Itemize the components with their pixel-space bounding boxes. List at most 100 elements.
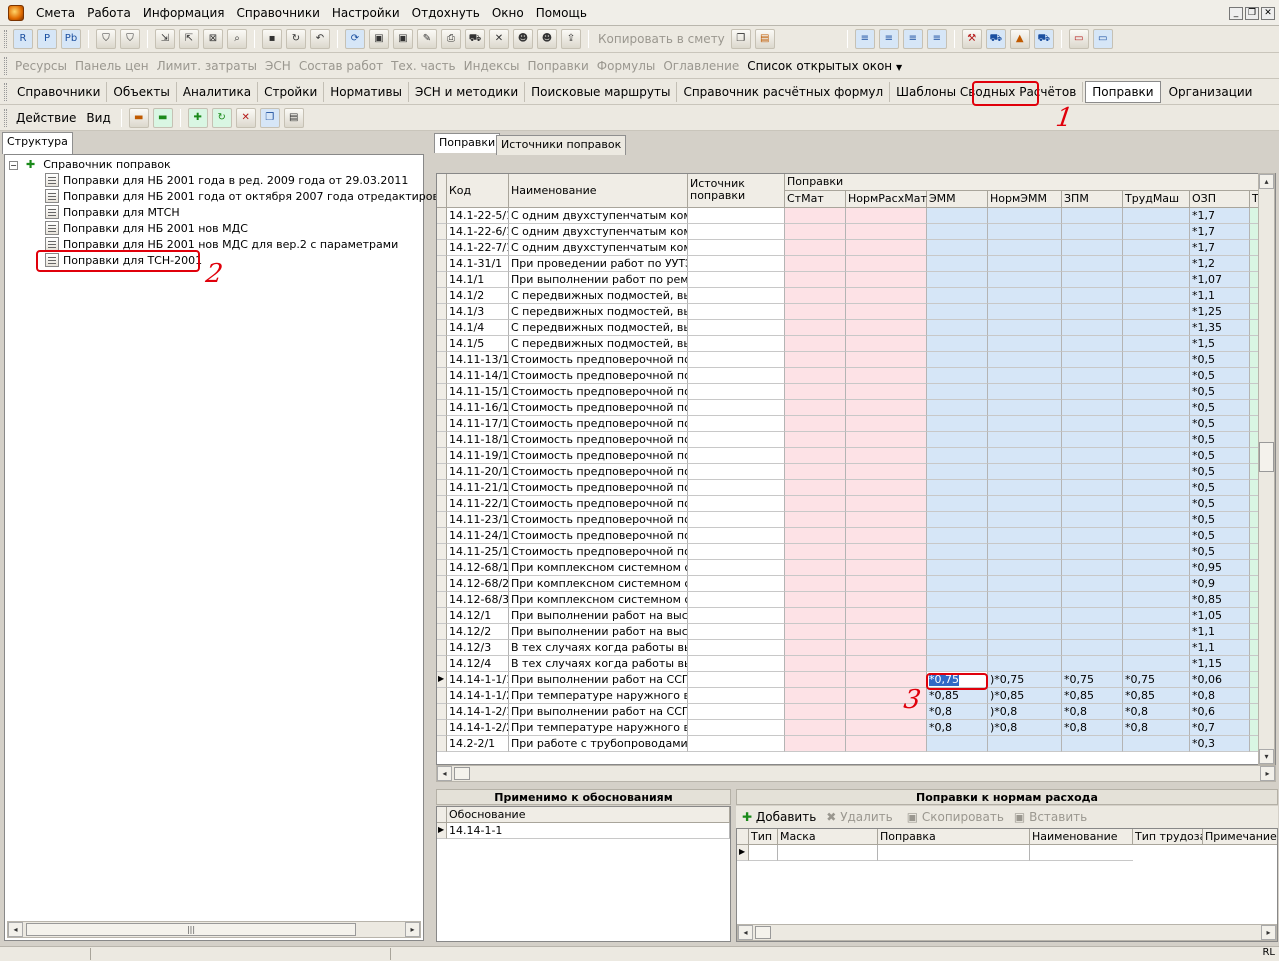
code-cell[interactable]: 14.12/3 [447,640,509,656]
name-cell[interactable]: В тех случаях когда работы выпол [509,656,688,672]
name-cell[interactable]: При выполнении работ на ССП без [509,704,688,720]
trudmash-cell[interactable] [1123,496,1190,512]
ozp-cell[interactable]: *0,5 [1190,544,1250,560]
table-row[interactable]: 14.11-15/1Стоимость предповерочной подго… [437,384,1275,400]
emm-cell[interactable] [927,400,988,416]
code-cell[interactable]: 14.11-18/1 [447,432,509,448]
ozp-cell[interactable]: *1,5 [1190,336,1250,352]
scroll-right-icon[interactable]: ▸ [405,922,420,937]
table-row[interactable]: ▶ 14.14-1-1/1 При выполнении работ на ССП … [437,672,1275,688]
trudmash-cell[interactable] [1123,352,1190,368]
source-cell[interactable] [688,544,785,560]
stmat-cell[interactable] [785,624,846,640]
trudmash-cell[interactable] [1123,592,1190,608]
ozp-cell[interactable]: *1,2 [1190,256,1250,272]
emm-cell[interactable] [927,656,988,672]
stmat-cell[interactable] [785,352,846,368]
table-row[interactable]: 14.12/1При выполнении работ на высоте *1,… [437,608,1275,624]
stmat-cell[interactable] [785,688,846,704]
delete-icon[interactable]: ✕ [489,29,509,49]
normemm-cell[interactable] [988,528,1062,544]
save-icon[interactable]: ▪ [262,29,282,49]
scrollbar-thumb[interactable] [454,767,470,780]
code-cell[interactable]: 14.1/4 [447,320,509,336]
trudmash-cell[interactable] [1123,656,1190,672]
stmat-cell[interactable] [785,288,846,304]
ozp-cell[interactable]: *0,7 [1190,720,1250,736]
align-right-icon[interactable]: ≡ [926,29,947,49]
col-normemm-header[interactable]: НормЭММ [988,191,1062,208]
normemm-cell[interactable] [988,336,1062,352]
folder-green-icon[interactable]: ▬ [152,107,173,128]
zpm-cell[interactable] [1062,336,1123,352]
zpm-cell[interactable] [1062,432,1123,448]
restore-icon[interactable]: ❐ [1245,7,1259,20]
ozp-cell[interactable]: *0,5 [1190,384,1250,400]
ozp-cell[interactable]: *0,5 [1190,400,1250,416]
stmat-cell[interactable] [785,528,846,544]
window-tab-analytics[interactable]: Аналитика [177,81,259,102]
source-cell[interactable] [688,368,785,384]
normrashmat-cell[interactable] [846,528,927,544]
name-cell[interactable]: С передвижных подмостей, вышек [509,320,688,336]
ozp-cell[interactable]: *0,5 [1190,416,1250,432]
table-row[interactable]: 14.12-68/3При комплексном системном сопр… [437,592,1275,608]
window-tab-popravki[interactable]: Поправки [1085,80,1161,103]
scroll-up-icon[interactable]: ▴ [1259,174,1274,189]
code-cell[interactable]: 14.1-22-7/1 [447,240,509,256]
stmat-cell[interactable] [785,432,846,448]
emm-cell[interactable]: *0,8 [927,704,988,720]
name-cell[interactable]: При выполнении работ на высоте [509,624,688,640]
trudmash-cell[interactable] [1123,208,1190,224]
scroll-left-icon[interactable]: ◂ [8,922,23,937]
ozp-cell[interactable]: *0,5 [1190,512,1250,528]
tree-expand-icon[interactable]: ⇲ [155,29,175,49]
source-cell[interactable] [688,304,785,320]
zpm-cell[interactable]: *0,75 [1062,672,1123,688]
ozp-cell[interactable]: *0,5 [1190,368,1250,384]
code-cell[interactable]: 14.12-68/1 [447,560,509,576]
collapse-icon[interactable]: − [9,161,18,170]
window-tab-stroyki[interactable]: Стройки [258,81,325,102]
upload-icon[interactable]: ⇪ [561,29,581,49]
stmat-cell[interactable] [785,640,846,656]
table-row[interactable]: 14.1-22-7/1С одним двухступенчатым компр… [437,240,1275,256]
print-icon[interactable]: ⎙ [441,29,461,49]
trudmash-cell[interactable] [1123,464,1190,480]
ozp-cell[interactable]: *1,7 [1190,224,1250,240]
ozp-cell[interactable]: *0,95 [1190,560,1250,576]
zpm-cell[interactable]: *0,8 [1062,720,1123,736]
name-cell[interactable]: В тех случаях когда работы выпол [509,640,688,656]
code-cell[interactable]: 14.11-19/1 [447,448,509,464]
name-cell[interactable]: С одним двухступенчатым компре [509,224,688,240]
zpm-cell[interactable] [1062,416,1123,432]
normemm-cell[interactable] [988,560,1062,576]
normrashmat-cell[interactable] [846,336,927,352]
col-mask-header[interactable]: Маска [778,829,878,845]
stmat-cell[interactable] [785,608,846,624]
name-cell[interactable]: При комплексном системном сопр [509,576,688,592]
trudmash-cell[interactable] [1123,272,1190,288]
ozp-cell[interactable]: *0,5 [1190,464,1250,480]
refresh-icon[interactable]: ↻ [286,29,306,49]
name-cell[interactable]: С передвижных подмостей, вышек [509,288,688,304]
hammer-icon[interactable]: ⚒ [961,29,982,49]
table-row[interactable]: 14.14-1-1/2При температуре наружного воз… [437,688,1275,704]
code-cell[interactable]: 14.1/5 [447,336,509,352]
normrashmat-cell[interactable] [846,480,927,496]
source-cell[interactable] [688,640,785,656]
zpm-cell[interactable] [1062,496,1123,512]
scroll-left-icon[interactable]: ◂ [738,925,753,940]
grid-vertical-scrollbar[interactable]: ▴ ▾ [1258,173,1275,765]
zpm-cell[interactable] [1062,576,1123,592]
normemm-cell[interactable] [988,592,1062,608]
zpm-cell[interactable] [1062,544,1123,560]
normemm-cell[interactable] [988,640,1062,656]
emm-cell[interactable] [927,640,988,656]
table-row[interactable]: 14.12-68/2При комплексном системном сопр… [437,576,1275,592]
menu-spravochniki[interactable]: Справочники [231,0,326,26]
ozp-cell[interactable]: *1,07 [1190,272,1250,288]
col-emm-header[interactable]: ЭММ [927,191,988,208]
stmat-cell[interactable] [785,576,846,592]
col-correction-header[interactable]: Поправка [878,829,1030,845]
